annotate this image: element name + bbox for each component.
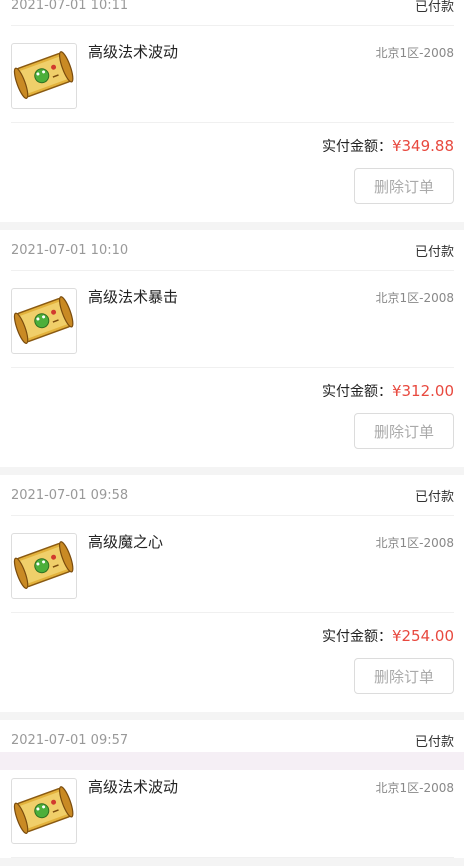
scroll-icon [13,541,74,589]
order-item[interactable]: 高级法术暴击 北京1区-2008 [11,271,454,368]
item-server: 北京1区-2008 [375,291,454,305]
order-status: 已付款 [414,489,454,505]
order-item[interactable]: 高级魔之心 北京1区-2008 [11,516,454,613]
payment-amount: ¥349.88 [391,136,454,155]
item-thumbnail[interactable] [11,778,77,844]
delete-order-button[interactable]: 删除订单 [354,168,454,204]
payment-label: 实付金额： [321,628,392,645]
order-time: 2021-07-01 09:57 [11,732,129,748]
order-actions: 删除订单 [11,413,454,467]
payment-row: 实付金额： ¥312.00 [11,368,454,413]
order-actions: 删除订单 [11,658,454,712]
delete-order-button[interactable]: 删除订单 [354,413,454,449]
order-card[interactable]: 2021-07-01 09:58 已付款 高级魔之心 北京1区-2008 实付金… [0,475,464,712]
order-card[interactable]: 2021-07-01 09:57 已付款 高级法术波动 北京1区-2008 [0,720,464,858]
scroll-icon [13,786,74,834]
payment-row: 实付金额： ¥254.00 [11,613,454,658]
order-time: 2021-07-01 09:58 [11,487,129,503]
payment-row: 实付金额： ¥349.88 [11,123,454,168]
order-time: 2021-07-01 10:10 [11,242,129,258]
order-header: 2021-07-01 10:10 已付款 [11,230,454,271]
payment-amount: ¥254.00 [391,626,454,645]
order-status: 已付款 [414,244,454,260]
order-item[interactable]: 高级法术波动 北京1区-2008 [11,761,454,858]
item-name: 高级魔之心 [88,533,164,551]
item-name: 高级法术暴击 [88,288,179,306]
item-thumbnail[interactable] [11,288,77,354]
payment-label: 实付金额： [321,383,392,400]
order-header: 2021-07-01 10:11 已付款 [11,0,454,26]
item-thumbnail[interactable] [11,533,77,599]
item-name: 高级法术波动 [88,43,179,61]
order-card[interactable]: 2021-07-01 10:11 已付款 高级法术波动 北京1区-2008 实付… [0,0,464,222]
item-name: 高级法术波动 [88,778,179,796]
order-actions: 删除订单 [11,168,454,222]
scroll-icon [13,51,74,99]
payment-amount: ¥312.00 [391,381,454,400]
order-status: 已付款 [414,0,454,15]
bottom-bar [0,752,464,770]
item-server: 北京1区-2008 [375,536,454,550]
order-header: 2021-07-01 09:58 已付款 [11,475,454,516]
delete-order-button[interactable]: 删除订单 [354,658,454,694]
item-server: 北京1区-2008 [375,46,454,60]
order-status: 已付款 [414,734,454,750]
payment-label: 实付金额： [321,138,392,155]
order-time: 2021-07-01 10:11 [11,0,129,13]
item-server: 北京1区-2008 [375,781,454,795]
order-list: 2021-07-01 10:11 已付款 高级法术波动 北京1区-2008 实付… [0,0,464,866]
item-thumbnail[interactable] [11,43,77,109]
order-card[interactable]: 2021-07-01 10:10 已付款 高级法术暴击 北京1区-2008 实付… [0,230,464,467]
order-item[interactable]: 高级法术波动 北京1区-2008 [11,26,454,123]
scroll-icon [13,296,74,344]
